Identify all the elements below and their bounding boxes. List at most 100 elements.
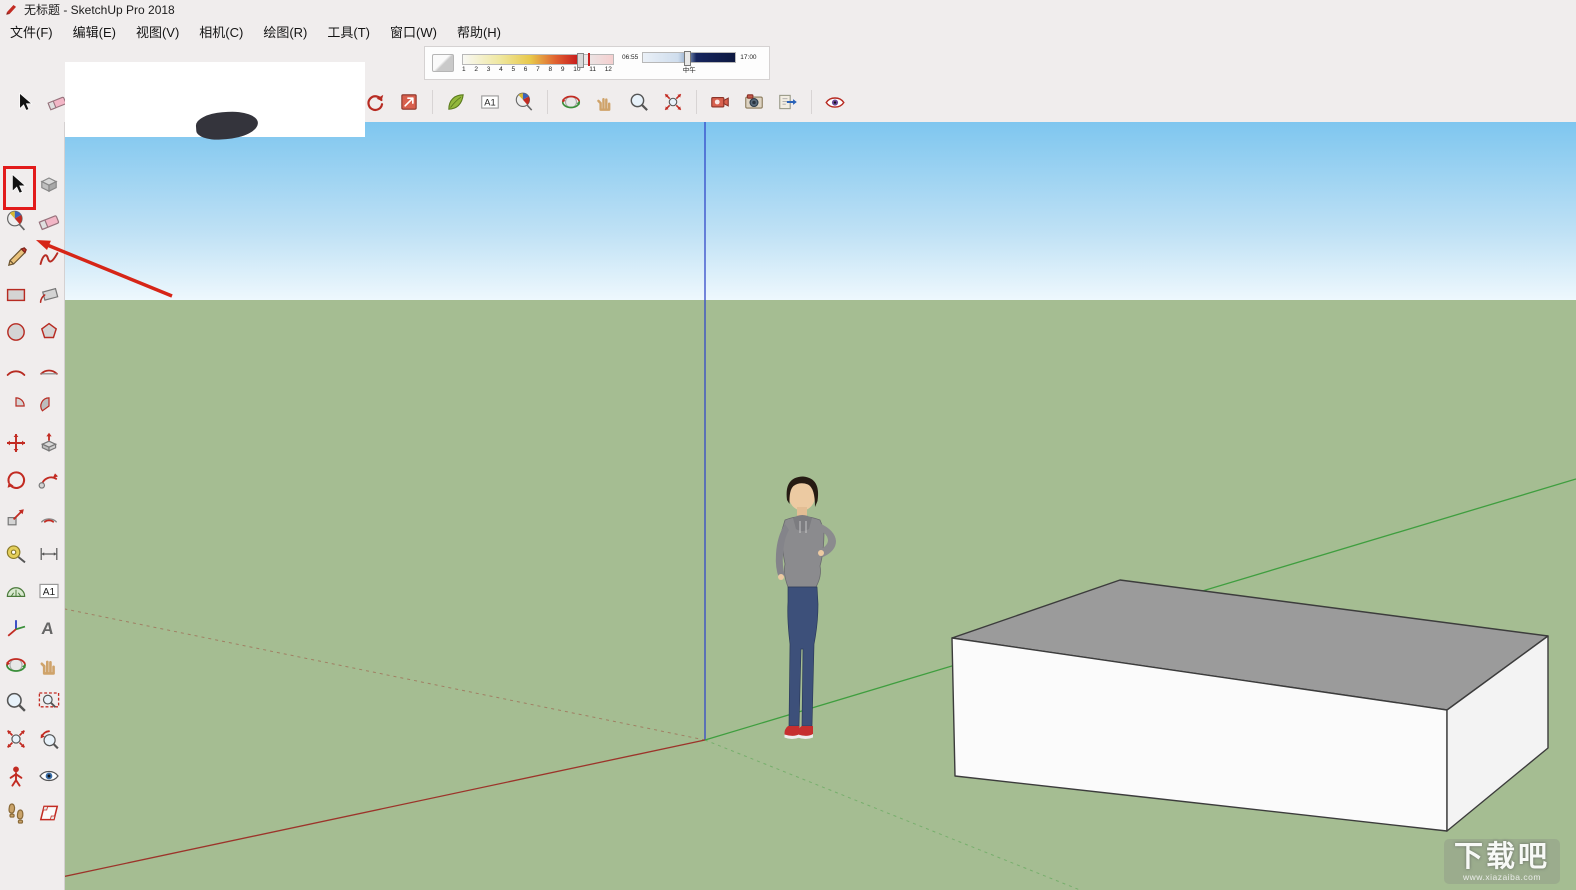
- box-geometry[interactable]: [951, 579, 1549, 832]
- tool-row: [2, 429, 63, 457]
- tool-protractor-button[interactable]: [2, 577, 30, 605]
- annotation-highlight-box: [3, 166, 36, 210]
- sketchup-window: 无标题 - SketchUp Pro 2018 文件(F) 编辑(E) 视图(V) 相…: [0, 0, 1576, 890]
- tool-section-plane-button[interactable]: [35, 799, 63, 827]
- tool-row: [2, 762, 63, 790]
- menu-item-file[interactable]: 文件(F): [10, 22, 53, 41]
- toolbar-separator: [547, 90, 548, 114]
- svg-text:A: A: [40, 619, 54, 638]
- month-tick: 12: [604, 65, 612, 73]
- window-title: 无标题 - SketchUp Pro 2018: [24, 2, 175, 17]
- toolbar-camera-face-button[interactable]: [739, 87, 769, 117]
- toolbar-bucket-button[interactable]: [509, 87, 539, 117]
- toolbar-eye-button[interactable]: [820, 87, 850, 117]
- tool-offset-button[interactable]: [35, 503, 63, 531]
- watermark-title: 下载吧: [1453, 840, 1550, 873]
- export-arrow-icon: [779, 94, 797, 110]
- axes-icon: [7, 620, 25, 637]
- watermark-subtitle: www.xiazaiba.com: [1463, 872, 1541, 882]
- tool-row: [2, 540, 63, 568]
- tool-look-around-button[interactable]: [35, 762, 63, 790]
- shadow-toggle-button[interactable]: [432, 54, 454, 72]
- toolbar-zoom-extents-button[interactable]: [658, 87, 688, 117]
- time-slider-handle[interactable]: [683, 51, 691, 66]
- menu-item-help[interactable]: 帮助(H): [457, 22, 501, 41]
- menu-item-window[interactable]: 窗口(W): [390, 22, 437, 41]
- tool-zoom-window-button[interactable]: [35, 688, 63, 716]
- menu-item-view[interactable]: 视图(V): [136, 22, 179, 41]
- tool-component-button[interactable]: [35, 170, 63, 198]
- tape-icon: [6, 545, 26, 564]
- tool-polygon-button[interactable]: [35, 318, 63, 346]
- menu-item-draw[interactable]: 绘图(R): [263, 22, 307, 41]
- tool-orbit-button[interactable]: [2, 651, 30, 679]
- month-slider-handle[interactable]: [577, 52, 584, 68]
- shadow-date-slider[interactable]: 1 2 3 4 5 6 7 8 9 10 11 12: [462, 52, 614, 73]
- toolbar-export-box-button[interactable]: [394, 87, 424, 117]
- tool-tape-button[interactable]: [2, 540, 30, 568]
- push-pull-icon: [40, 432, 57, 452]
- month-tick: 5: [511, 65, 516, 73]
- toolbar-orbit-button[interactable]: [556, 87, 586, 117]
- text-a1-icon: A1: [481, 95, 499, 109]
- toolbar-pan-button[interactable]: [590, 87, 620, 117]
- month-gradient-bar[interactable]: [462, 52, 614, 68]
- tool-rotate-button[interactable]: [2, 466, 30, 494]
- tool-pan-button[interactable]: [35, 651, 63, 679]
- scale-icon: [7, 509, 24, 526]
- month-tick: 11: [589, 65, 596, 73]
- pan-icon: [597, 98, 611, 111]
- toolbar-select-button[interactable]: [8, 87, 38, 117]
- svg-text:A1: A1: [42, 587, 55, 598]
- tool-row: [2, 355, 63, 383]
- move-icon: [6, 434, 25, 452]
- tool-text-a1-button[interactable]: A1: [35, 577, 63, 605]
- svg-text:A1: A1: [484, 98, 495, 108]
- tool-push-pull-button[interactable]: [35, 429, 63, 457]
- toolbar-zoom-button[interactable]: [624, 87, 654, 117]
- tool-arc2-button[interactable]: [35, 355, 63, 383]
- menu-item-tools[interactable]: 工具(T): [327, 22, 370, 41]
- tool-pie-button[interactable]: [2, 392, 30, 420]
- tool-move-button[interactable]: [2, 429, 30, 457]
- tool-text-3d-button[interactable]: A: [35, 614, 63, 642]
- tool-row: [2, 651, 63, 679]
- follow-me-icon: [38, 473, 58, 489]
- tool-walk-button[interactable]: [2, 799, 30, 827]
- month-tick: 6: [523, 65, 528, 73]
- tool-follow-me-button[interactable]: [35, 466, 63, 494]
- tool-row: [2, 318, 63, 346]
- toolbar-text-a1-button[interactable]: A1: [475, 87, 505, 117]
- select-icon: [19, 92, 33, 111]
- month-tick: 2: [474, 65, 478, 73]
- tool-scale-button[interactable]: [2, 503, 30, 531]
- tool-zoom-extents-button[interactable]: [2, 725, 30, 753]
- time-gradient-bar[interactable]: [642, 51, 737, 66]
- time-start-label: 06:55: [622, 54, 639, 61]
- tool-axes-button[interactable]: [2, 614, 30, 642]
- toolbar-leaf-button[interactable]: [441, 87, 471, 117]
- month-tick: 4: [499, 65, 503, 73]
- tool-position-camera-button[interactable]: [2, 762, 30, 790]
- toolbar-camera-red-button[interactable]: [705, 87, 735, 117]
- toolbar-export-arrow-button[interactable]: [773, 87, 803, 117]
- tool-previous-view-button[interactable]: [35, 725, 63, 753]
- tool-pie2-button[interactable]: [35, 392, 63, 420]
- menu-item-edit[interactable]: 编辑(E): [73, 22, 116, 41]
- tool-zoom-button[interactable]: [2, 688, 30, 716]
- redo-icon: [367, 94, 384, 111]
- tool-circle-button[interactable]: [2, 318, 30, 346]
- zoom-icon: [6, 692, 26, 712]
- viewport-3d[interactable]: 下载吧 www.xiazaiba.com: [65, 122, 1576, 890]
- time-end-label: 17:00: [740, 54, 757, 61]
- person-figure[interactable]: [775, 476, 836, 740]
- tool-dimension-button[interactable]: [35, 540, 63, 568]
- zoom-extents-icon: [6, 730, 25, 748]
- menu-item-camera[interactable]: 相机(C): [199, 22, 243, 41]
- toolbar-separator: [811, 90, 812, 114]
- tool-row: [2, 503, 63, 531]
- tool-arc-button[interactable]: [2, 355, 30, 383]
- shadow-time-slider[interactable]: 06:55 17:00 中午: [622, 51, 757, 74]
- month-tick: 3: [486, 65, 491, 73]
- toolbar-separator: [432, 90, 433, 114]
